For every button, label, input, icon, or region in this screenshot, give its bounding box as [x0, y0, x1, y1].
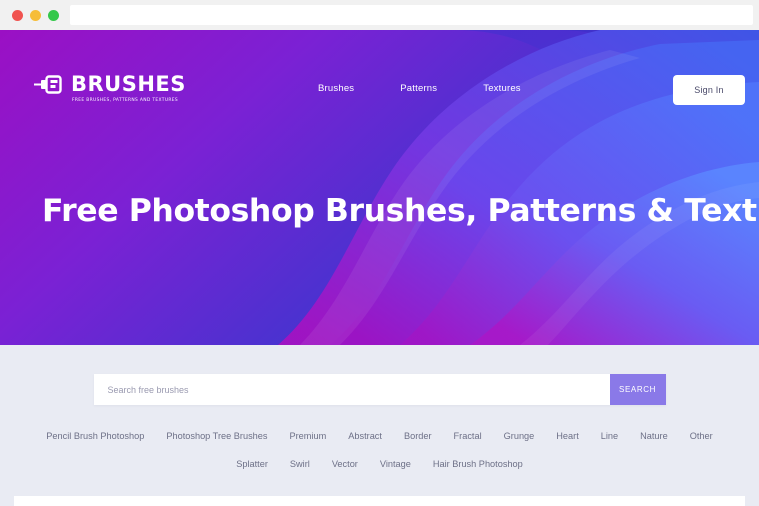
minimize-window-button[interactable] — [30, 9, 41, 21]
address-bar[interactable] — [70, 5, 753, 25]
content-card-peek — [14, 496, 745, 506]
tag-vintage[interactable]: Vintage — [380, 459, 411, 469]
nav-item-brushes[interactable]: Brushes — [318, 83, 354, 94]
tag-grunge[interactable]: Grunge — [504, 431, 535, 441]
nav-item-patterns[interactable]: Patterns — [400, 83, 437, 94]
hero-section: BRUSHES FREE BRUSHES, PATTERNS AND TEXTU… — [0, 30, 759, 345]
tag-premium[interactable]: Premium — [289, 431, 326, 441]
logo-row: BRUSHES — [34, 74, 186, 95]
sign-in-button[interactable]: Sign In — [673, 75, 745, 105]
tag-pencil-brush-photoshop[interactable]: Pencil Brush Photoshop — [46, 431, 144, 441]
close-window-button[interactable] — [12, 9, 23, 21]
search-bar: SEARCH — [93, 374, 666, 405]
site-logo[interactable]: BRUSHES FREE BRUSHES, PATTERNS AND TEXTU… — [34, 74, 186, 103]
popular-tags: Pencil Brush Photoshop Photoshop Tree Br… — [0, 431, 759, 469]
hero-title: Free Photoshop Brushes, Patterns & Textu… — [42, 193, 759, 229]
logo-tagline: FREE BRUSHES, PATTERNS AND TEXTURES — [72, 98, 179, 103]
search-section: SEARCH Pencil Brush Photoshop Photoshop … — [0, 345, 759, 506]
tag-other[interactable]: Other — [690, 431, 713, 441]
tag-row-1: Pencil Brush Photoshop Photoshop Tree Br… — [0, 431, 759, 441]
tag-border[interactable]: Border — [404, 431, 432, 441]
search-input[interactable] — [93, 374, 610, 405]
tag-heart[interactable]: Heart — [556, 431, 578, 441]
tag-line[interactable]: Line — [601, 431, 618, 441]
maximize-window-button[interactable] — [48, 9, 59, 21]
paintbrush-icon — [34, 75, 62, 94]
tag-photoshop-tree-brushes[interactable]: Photoshop Tree Brushes — [166, 431, 267, 441]
logo-wordmark: BRUSHES — [71, 72, 186, 96]
tag-vector[interactable]: Vector — [332, 459, 358, 469]
page-content: BRUSHES FREE BRUSHES, PATTERNS AND TEXTU… — [0, 30, 759, 506]
nav-item-textures[interactable]: Textures — [483, 83, 521, 94]
tag-row-2: Splatter Swirl Vector Vintage Hair Brush… — [0, 459, 759, 469]
tag-swirl[interactable]: Swirl — [290, 459, 310, 469]
tag-nature[interactable]: Nature — [640, 431, 668, 441]
tag-hair-brush-photoshop[interactable]: Hair Brush Photoshop — [433, 459, 523, 469]
search-button[interactable]: SEARCH — [609, 374, 666, 405]
window-controls — [0, 9, 59, 21]
main-navigation: Brushes Patterns Textures — [318, 83, 521, 94]
browser-chrome — [0, 0, 759, 30]
tag-splatter[interactable]: Splatter — [236, 459, 268, 469]
tag-abstract[interactable]: Abstract — [348, 431, 382, 441]
tag-fractal[interactable]: Fractal — [454, 431, 482, 441]
